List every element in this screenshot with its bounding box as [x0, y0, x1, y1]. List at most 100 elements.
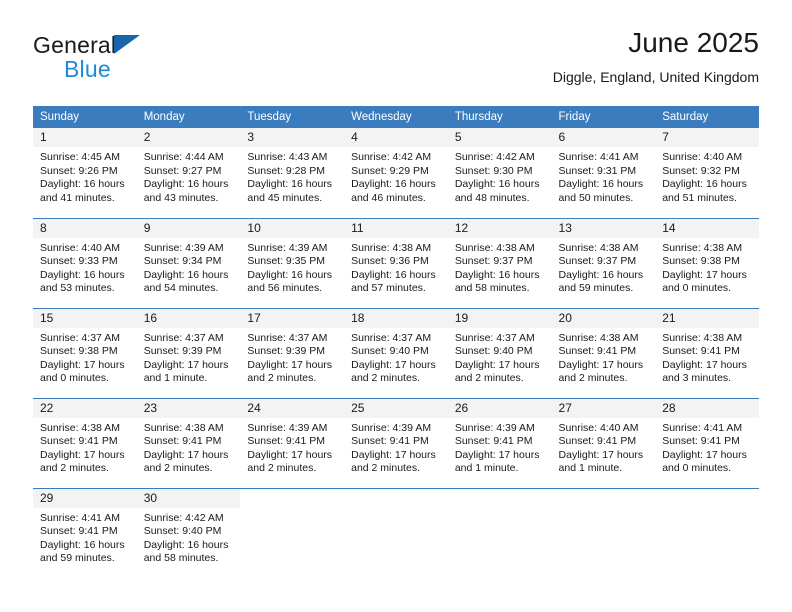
day-cell[interactable]: 3 Sunrise: 4:43 AM Sunset: 9:28 PM Dayli…: [240, 128, 345, 218]
day-cell[interactable]: 1 Sunrise: 4:45 AM Sunset: 9:26 PM Dayli…: [33, 128, 137, 218]
sunset-text: Sunset: 9:38 PM: [662, 255, 740, 268]
sunrise-text: Sunrise: 4:38 AM: [662, 331, 743, 344]
day-number: [344, 489, 448, 508]
daylight-text: Daylight: 16 hours and 50 minutes.: [558, 178, 644, 204]
day-cell[interactable]: 5 Sunrise: 4:42 AM Sunset: 9:30 PM Dayli…: [447, 128, 552, 218]
sunrise-text: Sunrise: 4:39 AM: [454, 421, 535, 434]
page-header: General Blue June 2025 Diggle, England, …: [33, 26, 759, 98]
daylight-text: Daylight: 16 hours and 58 minutes.: [454, 268, 540, 295]
day-cell[interactable]: 16 Sunrise: 4:37 AM Sunset: 9:39 PM Dayl…: [136, 307, 241, 398]
sunrise-text: Sunrise: 4:42 AM: [143, 511, 224, 524]
logo-text-general: General: [33, 32, 117, 58]
daylight-text: Daylight: 17 hours and 2 minutes.: [247, 448, 333, 475]
day-number: 28: [655, 398, 759, 418]
daylight-text: Daylight: 16 hours and 59 minutes.: [558, 268, 644, 295]
week-row: 8 Sunrise: 4:40 AM Sunset: 9:33 PM Dayli…: [33, 217, 759, 308]
day-cell[interactable]: 18 Sunrise: 4:37 AM Sunset: 9:40 PM Dayl…: [344, 307, 448, 398]
day-cell[interactable]: 10 Sunrise: 4:39 AM Sunset: 9:35 PM Dayl…: [240, 217, 345, 308]
day-cell[interactable]: 25 Sunrise: 4:39 AM Sunset: 9:41 PM Dayl…: [344, 397, 448, 488]
daylight-text: Daylight: 17 hours and 2 minutes.: [351, 358, 436, 385]
day-cell[interactable]: 22 Sunrise: 4:38 AM Sunset: 9:41 PM Dayl…: [33, 397, 137, 488]
sunset-text: Sunset: 9:41 PM: [247, 435, 326, 448]
daylight-text: Daylight: 16 hours and 45 minutes.: [247, 178, 333, 204]
day-cell[interactable]: 4 Sunrise: 4:42 AM Sunset: 9:29 PM Dayli…: [344, 128, 448, 218]
weekday-header-thursday: Thursday: [447, 106, 552, 128]
daylight-text: Daylight: 16 hours and 48 minutes.: [454, 178, 540, 204]
daylight-text: Daylight: 17 hours and 0 minutes.: [662, 268, 747, 295]
day-cell[interactable]: 26 Sunrise: 4:39 AM Sunset: 9:41 PM Dayl…: [447, 397, 552, 488]
day-details: Sunrise: 4:38 AM Sunset: 9:37 PM Dayligh…: [448, 238, 552, 296]
sunrise-text: Sunrise: 4:39 AM: [247, 241, 328, 254]
sunrise-text: Sunrise: 4:38 AM: [662, 241, 743, 254]
sunrise-text: Sunrise: 4:40 AM: [40, 241, 120, 254]
daylight-text: Daylight: 16 hours and 56 minutes.: [247, 268, 333, 295]
day-number: 19: [447, 308, 552, 328]
day-details: Sunrise: 4:37 AM Sunset: 9:39 PM Dayligh…: [137, 328, 241, 386]
sunset-text: Sunset: 9:40 PM: [143, 525, 222, 538]
daylight-text: Daylight: 17 hours and 2 minutes.: [40, 448, 125, 475]
day-cell[interactable]: 9 Sunrise: 4:39 AM Sunset: 9:34 PM Dayli…: [136, 217, 241, 308]
daylight-text: Daylight: 17 hours and 1 minute.: [558, 448, 644, 475]
sunset-text: Sunset: 9:41 PM: [40, 525, 118, 538]
day-cell[interactable]: 8 Sunrise: 4:40 AM Sunset: 9:33 PM Dayli…: [33, 217, 137, 308]
sunset-text: Sunset: 9:41 PM: [351, 435, 429, 448]
day-number: 11: [344, 218, 448, 238]
day-cell[interactable]: 14 Sunrise: 4:38 AM Sunset: 9:38 PM Dayl…: [655, 217, 759, 308]
day-details: Sunrise: 4:38 AM Sunset: 9:41 PM Dayligh…: [33, 418, 137, 476]
day-details: Sunrise: 4:39 AM Sunset: 9:34 PM Dayligh…: [137, 238, 241, 296]
day-cell[interactable]: 12 Sunrise: 4:38 AM Sunset: 9:37 PM Dayl…: [447, 217, 552, 308]
sunrise-text: Sunrise: 4:43 AM: [247, 151, 328, 163]
day-cell[interactable]: 21 Sunrise: 4:38 AM Sunset: 9:41 PM Dayl…: [655, 307, 759, 398]
day-cell[interactable]: 23 Sunrise: 4:38 AM Sunset: 9:41 PM Dayl…: [136, 397, 241, 488]
day-details: Sunrise: 4:44 AM Sunset: 9:27 PM Dayligh…: [137, 147, 241, 205]
page-title: June 2025: [628, 27, 759, 58]
sunrise-sunset-calendar: Sunday Monday Tuesday Wednesday Thursday…: [33, 106, 759, 578]
sunrise-text: Sunrise: 4:44 AM: [143, 151, 224, 163]
sunrise-text: Sunrise: 4:39 AM: [351, 421, 432, 434]
sunrise-text: Sunrise: 4:37 AM: [40, 331, 120, 344]
day-cell-empty: [240, 487, 345, 578]
sunset-text: Sunset: 9:26 PM: [40, 164, 118, 177]
sunset-text: Sunset: 9:41 PM: [143, 435, 222, 448]
day-cell[interactable]: 6 Sunrise: 4:41 AM Sunset: 9:31 PM Dayli…: [551, 128, 656, 218]
day-details: Sunrise: 4:38 AM Sunset: 9:41 PM Dayligh…: [552, 328, 656, 386]
day-cell[interactable]: 30 Sunrise: 4:42 AM Sunset: 9:40 PM Dayl…: [136, 487, 241, 578]
day-cell[interactable]: 15 Sunrise: 4:37 AM Sunset: 9:38 PM Dayl…: [33, 307, 137, 398]
day-cell[interactable]: 17 Sunrise: 4:37 AM Sunset: 9:39 PM Dayl…: [240, 307, 345, 398]
day-details: Sunrise: 4:42 AM Sunset: 9:40 PM Dayligh…: [137, 508, 241, 566]
day-details: Sunrise: 4:37 AM Sunset: 9:40 PM Dayligh…: [448, 328, 552, 386]
day-number: 9: [136, 218, 241, 238]
sunrise-text: Sunrise: 4:38 AM: [40, 421, 120, 434]
day-cell[interactable]: 27 Sunrise: 4:40 AM Sunset: 9:41 PM Dayl…: [551, 397, 656, 488]
day-cell[interactable]: 24 Sunrise: 4:39 AM Sunset: 9:41 PM Dayl…: [240, 397, 345, 488]
location-subtitle: Diggle, England, United Kingdom: [552, 69, 759, 85]
calendar-body: 1 Sunrise: 4:45 AM Sunset: 9:26 PM Dayli…: [33, 128, 759, 578]
daylight-text: Daylight: 16 hours and 43 minutes.: [143, 178, 229, 204]
daylight-text: Daylight: 17 hours and 2 minutes.: [143, 448, 229, 475]
weekday-header-monday: Monday: [136, 106, 241, 128]
weekday-header-saturday: Saturday: [655, 106, 759, 128]
day-number: [240, 489, 344, 508]
day-cell[interactable]: 2 Sunrise: 4:44 AM Sunset: 9:27 PM Dayli…: [136, 128, 241, 218]
weekday-header-sunday: Sunday: [33, 106, 137, 128]
sunrise-text: Sunrise: 4:37 AM: [247, 331, 328, 344]
day-cell[interactable]: 11 Sunrise: 4:38 AM Sunset: 9:36 PM Dayl…: [344, 217, 448, 308]
general-blue-logo[interactable]: General Blue: [33, 32, 233, 90]
day-details: Sunrise: 4:40 AM Sunset: 9:41 PM Dayligh…: [552, 418, 656, 476]
week-row: 22 Sunrise: 4:38 AM Sunset: 9:41 PM Dayl…: [33, 397, 759, 488]
day-cell[interactable]: 19 Sunrise: 4:37 AM Sunset: 9:40 PM Dayl…: [447, 307, 552, 398]
day-cell[interactable]: 20 Sunrise: 4:38 AM Sunset: 9:41 PM Dayl…: [551, 307, 656, 398]
day-number: 18: [344, 308, 448, 328]
day-cell[interactable]: 13 Sunrise: 4:38 AM Sunset: 9:37 PM Dayl…: [551, 217, 656, 308]
sunrise-text: Sunrise: 4:40 AM: [662, 151, 743, 163]
sunrise-text: Sunrise: 4:37 AM: [454, 331, 535, 344]
day-cell[interactable]: 29 Sunrise: 4:41 AM Sunset: 9:41 PM Dayl…: [33, 487, 137, 578]
day-number: 4: [344, 128, 448, 147]
sunset-text: Sunset: 9:35 PM: [247, 255, 326, 268]
day-cell[interactable]: 28 Sunrise: 4:41 AM Sunset: 9:41 PM Dayl…: [655, 397, 759, 488]
day-cell[interactable]: 7 Sunrise: 4:40 AM Sunset: 9:32 PM Dayli…: [655, 128, 759, 218]
daylight-text: Daylight: 16 hours and 59 minutes.: [40, 538, 125, 565]
sunrise-text: Sunrise: 4:41 AM: [40, 511, 120, 524]
sunset-text: Sunset: 9:29 PM: [351, 164, 429, 177]
day-number: 10: [240, 218, 345, 238]
